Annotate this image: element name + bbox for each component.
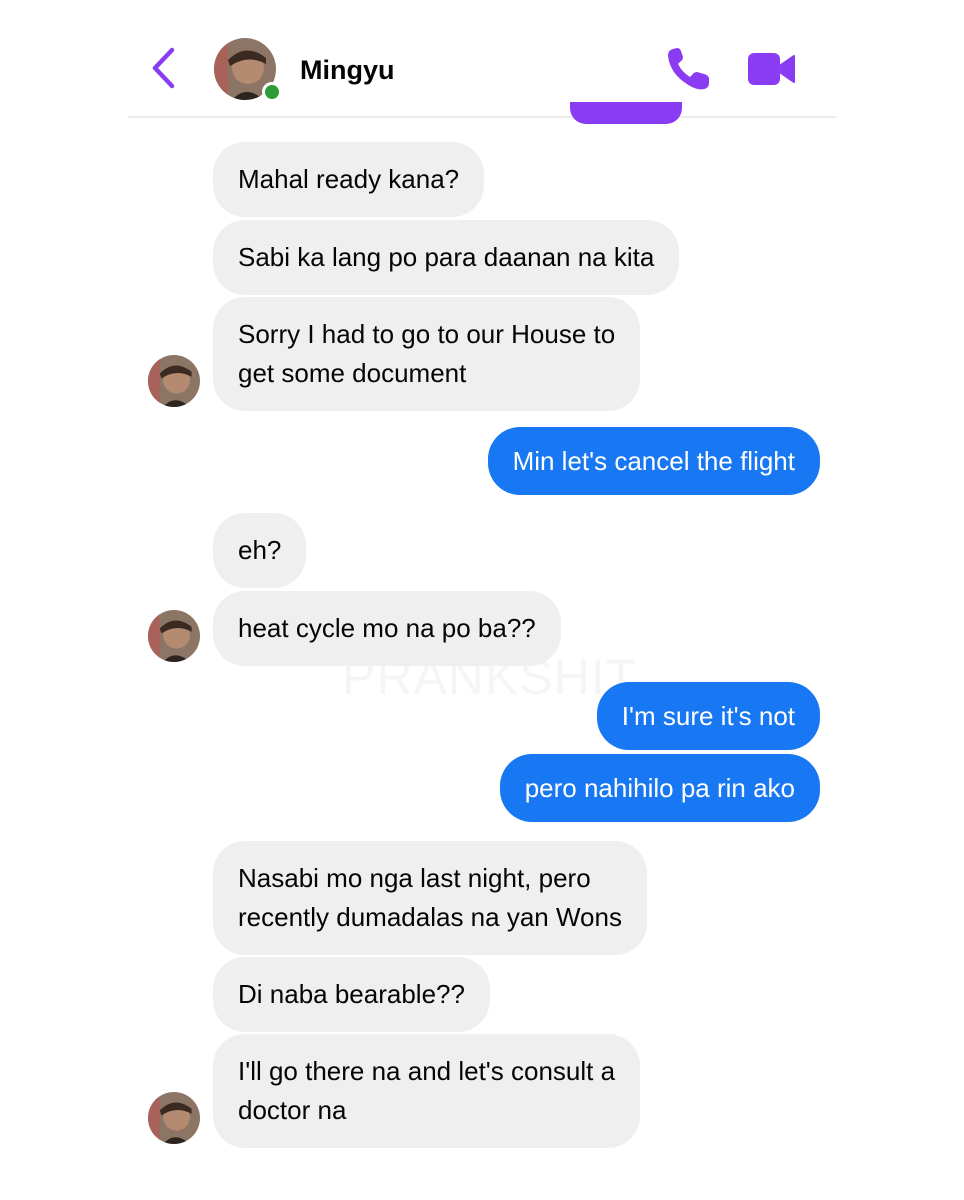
outgoing-message[interactable]: I'm sure it's not <box>596 682 820 750</box>
contact-name[interactable]: Mingyu <box>300 55 395 86</box>
incoming-message[interactable]: Di naba bearable?? <box>213 957 490 1032</box>
contact-avatar[interactable] <box>148 1092 200 1144</box>
video-camera-icon[interactable] <box>748 50 796 88</box>
outgoing-message[interactable]: pero nahihilo pa rin ako <box>499 754 820 822</box>
message-line: I'll go there na and let's consult a <box>238 1056 616 1086</box>
previous-message-bubble-edge <box>570 102 682 124</box>
outgoing-message[interactable]: Min let's cancel the flight <box>487 427 820 495</box>
contact-avatar[interactable] <box>148 610 200 662</box>
incoming-message[interactable]: heat cycle mo na po ba?? <box>213 591 561 666</box>
incoming-message[interactable]: Sabi ka lang po para daanan na kita <box>213 220 680 295</box>
chat-header: Mingyu <box>128 0 836 118</box>
incoming-message[interactable]: eh? <box>213 513 307 588</box>
message-line: Sorry I had to go to our House to <box>238 319 616 349</box>
back-chevron-icon[interactable] <box>150 46 176 90</box>
contact-avatar[interactable] <box>148 355 200 407</box>
incoming-message[interactable]: Mahal ready kana? <box>213 142 485 217</box>
message-line: recently dumadalas na yan Wons <box>238 902 622 932</box>
message-line: get some document <box>238 358 467 388</box>
incoming-message[interactable]: Nasabi mo nga last night, pero recently … <box>213 841 647 955</box>
message-line: Nasabi mo nga last night, pero <box>238 863 591 893</box>
online-status-dot <box>262 82 282 102</box>
phone-icon[interactable] <box>664 46 712 92</box>
incoming-message[interactable]: I'll go there na and let's consult a doc… <box>213 1034 641 1148</box>
message-line: doctor na <box>238 1095 347 1125</box>
incoming-message[interactable]: Sorry I had to go to our House to get so… <box>213 297 641 411</box>
